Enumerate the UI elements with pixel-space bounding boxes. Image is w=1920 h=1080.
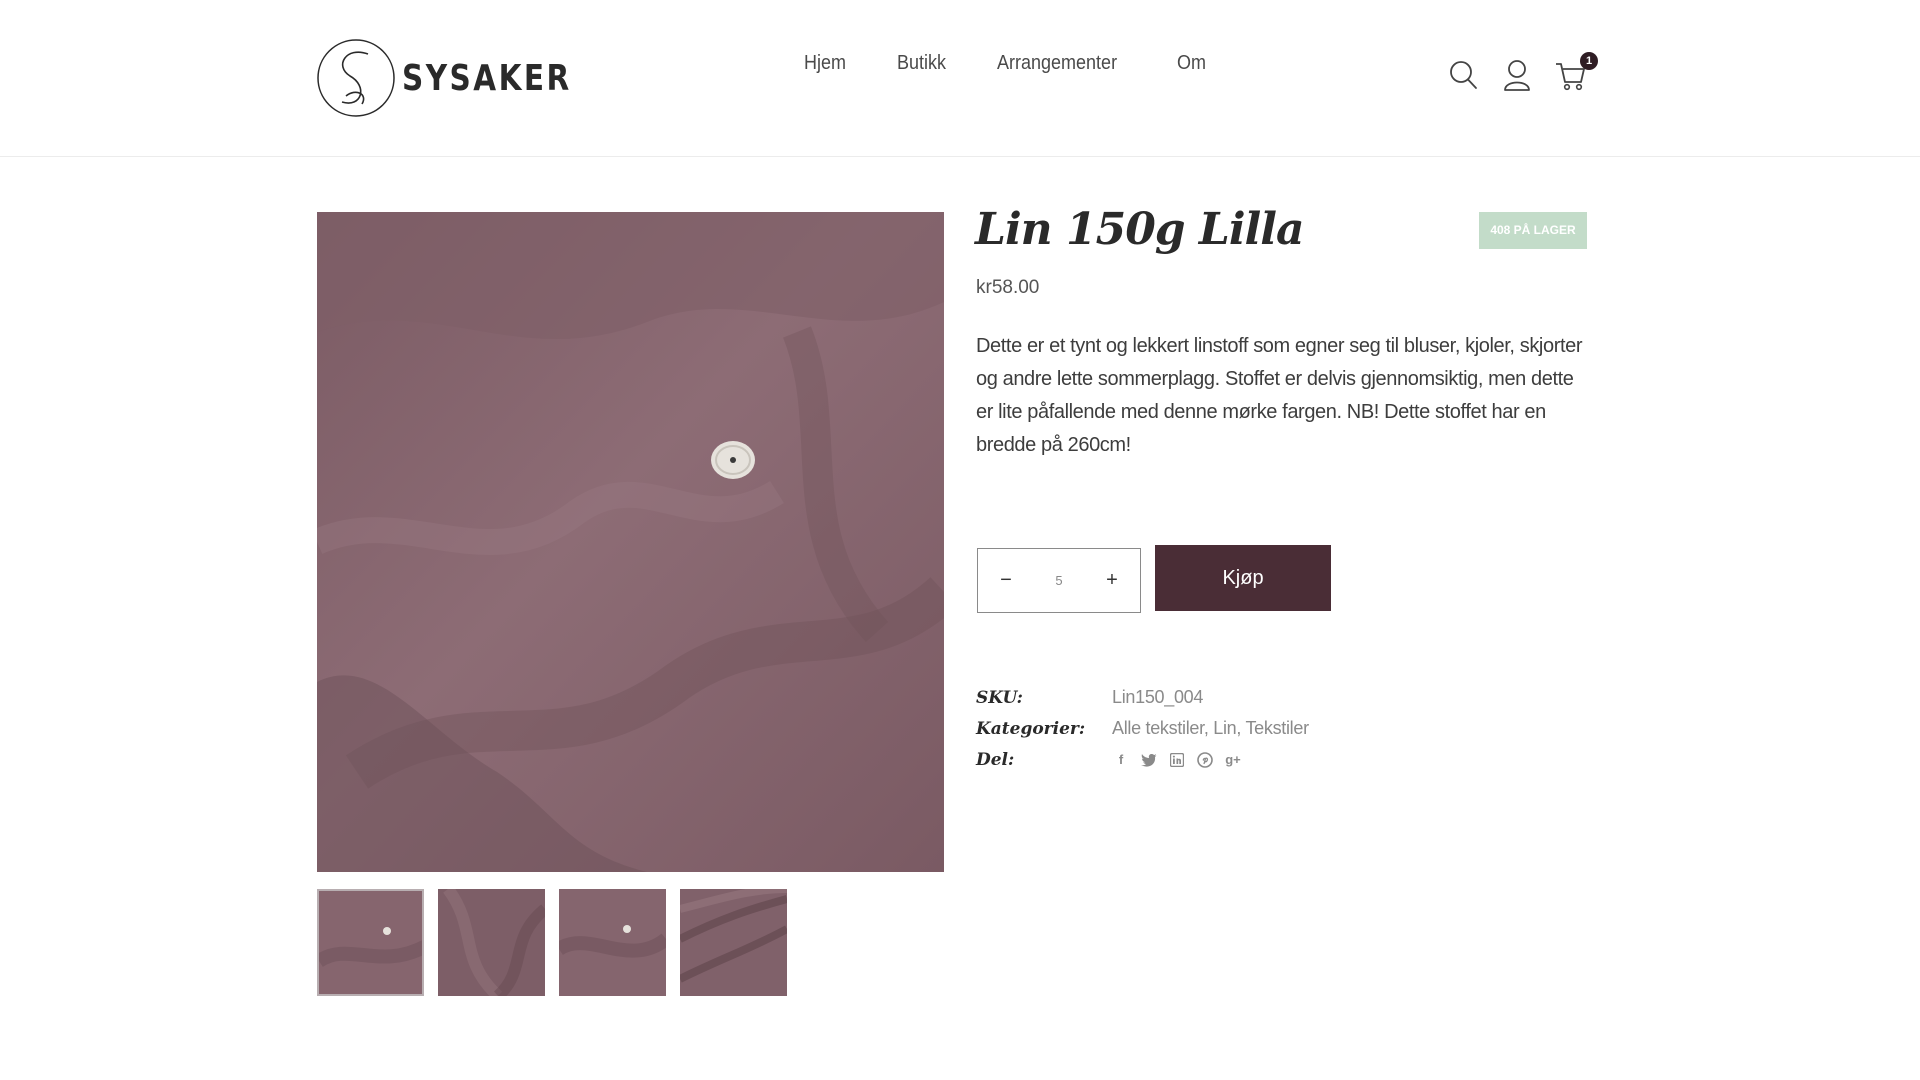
logo-mark-icon	[317, 39, 395, 117]
search-icon[interactable]	[1448, 58, 1478, 92]
twitter-icon[interactable]	[1140, 751, 1158, 769]
category-link-tekstiler[interactable]: Tekstiler	[1245, 718, 1309, 738]
sku-label: SKU:	[976, 687, 1023, 708]
site-header: SYSAKER Hjem Butikk Arrangementer Om 1	[0, 0, 1920, 157]
thumbnail-3[interactable]	[559, 889, 666, 996]
quantity-input[interactable]	[1037, 572, 1081, 589]
thumbnail-image	[559, 889, 666, 996]
main-nav: Hjem Butikk Arrangementer Om	[804, 52, 1255, 75]
product-main-image[interactable]	[317, 212, 944, 872]
thumbnail-image	[680, 889, 787, 996]
sku-value: Lin150_004	[1112, 687, 1204, 707]
thumbnail-image	[319, 891, 422, 994]
product-meta: SKU: Lin150_004 Kategorier: Alle tekstil…	[976, 682, 1309, 775]
thumbnail-strip	[317, 889, 801, 996]
nav-item-om[interactable]: Om	[1177, 52, 1206, 75]
nav-item-hjem[interactable]: Hjem	[804, 52, 846, 75]
sku-row: SKU: Lin150_004	[976, 682, 1309, 713]
header-actions: 1	[1448, 52, 1598, 92]
facebook-icon[interactable]: f	[1112, 751, 1130, 769]
quantity-stepper: − +	[977, 548, 1141, 613]
thumbnail-2[interactable]	[438, 889, 545, 996]
stock-badge: 408 PÅ LAGER	[1479, 212, 1587, 249]
categories-label: Kategorier:	[976, 718, 1086, 739]
cart-button[interactable]: 1	[1554, 52, 1598, 92]
quantity-increase-button[interactable]: +	[1102, 569, 1122, 592]
price-amount: 58.00	[991, 277, 1040, 298]
pinterest-icon[interactable]	[1196, 751, 1214, 769]
quantity-decrease-button[interactable]: −	[996, 569, 1016, 592]
product-title: Lin 150g Lilla	[975, 204, 1304, 255]
linkedin-icon[interactable]	[1168, 751, 1186, 769]
user-icon[interactable]	[1502, 58, 1532, 92]
fabric-photo	[317, 212, 944, 872]
categories-row: Kategorier: Alle tekstiler, Lin, Tekstil…	[976, 713, 1309, 744]
share-links: f g+	[1112, 751, 1252, 769]
price-currency: kr	[976, 277, 992, 298]
google-plus-icon[interactable]: g+	[1224, 751, 1242, 769]
cart-count-badge: 1	[1580, 52, 1598, 70]
brand-name: SYSAKER	[402, 57, 572, 99]
category-link-alle-tekstiler[interactable]: Alle tekstiler	[1112, 718, 1204, 738]
thumbnail-1[interactable]	[317, 889, 424, 996]
site-logo[interactable]: SYSAKER	[316, 37, 609, 119]
thumbnail-4[interactable]	[680, 889, 787, 996]
share-label: Del:	[976, 749, 1015, 770]
product-price: kr58.00	[976, 277, 1039, 299]
category-link-lin[interactable]: Lin	[1213, 718, 1236, 738]
buy-button[interactable]: Kjøp	[1155, 545, 1331, 611]
nav-item-butikk[interactable]: Butikk	[897, 52, 946, 75]
categories-list: Alle tekstiler, Lin, Tekstiler	[1112, 718, 1309, 738]
nav-item-arrangementer[interactable]: Arrangementer	[997, 52, 1117, 75]
thumbnail-image	[438, 889, 545, 996]
share-row: Del: f g+	[976, 744, 1309, 775]
product-description: Dette er et tynt og lekkert linstoff som…	[976, 335, 1583, 456]
